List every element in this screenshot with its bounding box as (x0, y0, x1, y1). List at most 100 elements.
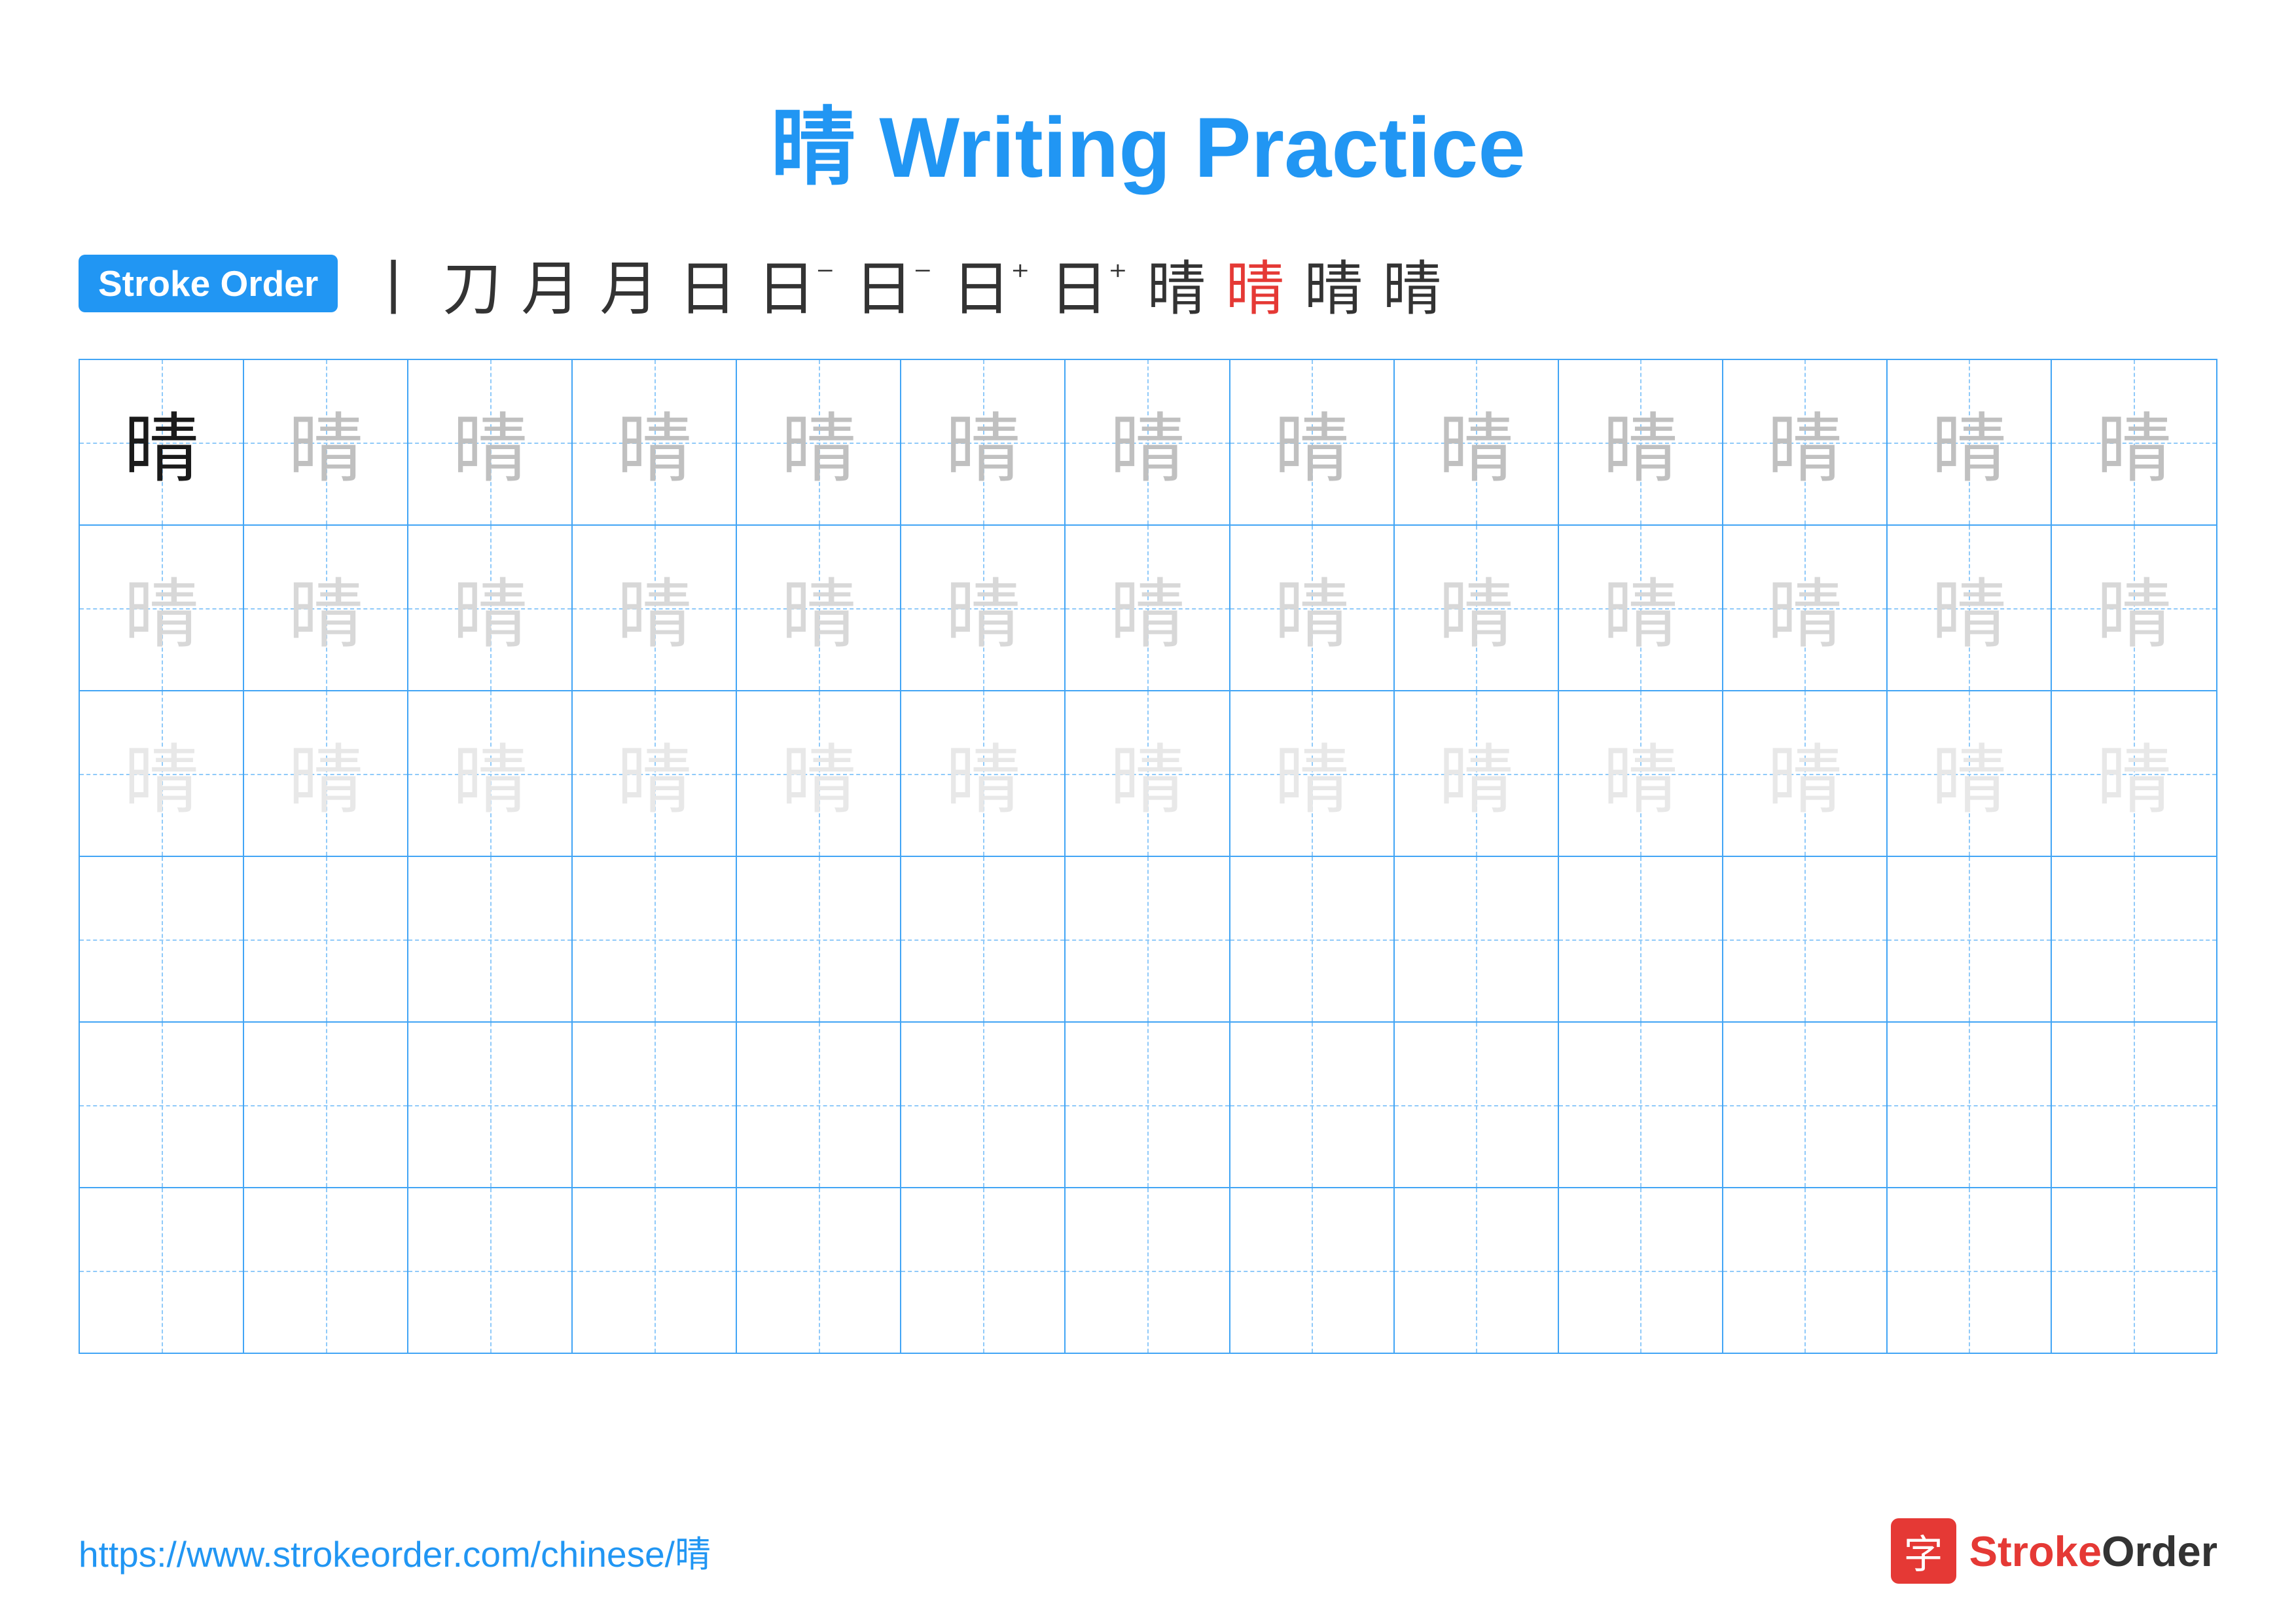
cell-3-10[interactable]: 晴 (1559, 691, 1723, 856)
cell-5-6[interactable] (901, 1023, 1066, 1187)
grid-row-3: 晴 晴 晴 晴 晴 晴 晴 晴 晴 (80, 691, 2216, 857)
cell-5-2[interactable] (244, 1023, 408, 1187)
practice-grid: 晴 晴 晴 晴 晴 晴 晴 晴 晴 (79, 359, 2217, 1354)
cell-5-8[interactable] (1230, 1023, 1395, 1187)
cell-6-2[interactable] (244, 1188, 408, 1353)
char-light: 晴 (2096, 554, 2172, 663)
cell-3-3[interactable]: 晴 (408, 691, 573, 856)
stroke-5: 日 (678, 241, 737, 326)
char-very-light: 晴 (124, 720, 199, 828)
cell-5-10[interactable] (1559, 1023, 1723, 1187)
cell-3-9[interactable]: 晴 (1395, 691, 1559, 856)
logo-text: StrokeStrokeOrderOrder (1969, 1527, 2217, 1576)
cell-1-12[interactable]: 晴 (1888, 360, 2052, 524)
cell-1-3[interactable]: 晴 (408, 360, 573, 524)
cell-2-12[interactable]: 晴 (1888, 526, 2052, 690)
char-medium: 晴 (1603, 388, 1678, 497)
cell-1-2[interactable]: 晴 (244, 360, 408, 524)
cell-4-4[interactable] (573, 857, 737, 1021)
cell-2-6[interactable]: 晴 (901, 526, 1066, 690)
char-very-light: 晴 (1603, 720, 1678, 828)
cell-4-6[interactable] (901, 857, 1066, 1021)
char-dark: 晴 (124, 388, 199, 497)
cell-3-1[interactable]: 晴 (80, 691, 244, 856)
cell-6-6[interactable] (901, 1188, 1066, 1353)
cell-2-13[interactable]: 晴 (2052, 526, 2216, 690)
cell-3-12[interactable]: 晴 (1888, 691, 2052, 856)
char-very-light: 晴 (1931, 720, 2007, 828)
cell-6-13[interactable] (2052, 1188, 2216, 1353)
cell-4-10[interactable] (1559, 857, 1723, 1021)
cell-4-11[interactable] (1723, 857, 1888, 1021)
cell-1-9[interactable]: 晴 (1395, 360, 1559, 524)
cell-6-5[interactable] (737, 1188, 901, 1353)
cell-3-5[interactable]: 晴 (737, 691, 901, 856)
cell-6-10[interactable] (1559, 1188, 1723, 1353)
cell-2-9[interactable]: 晴 (1395, 526, 1559, 690)
cell-4-13[interactable] (2052, 857, 2216, 1021)
cell-2-10[interactable]: 晴 (1559, 526, 1723, 690)
char-light: 晴 (452, 554, 528, 663)
cell-5-9[interactable] (1395, 1023, 1559, 1187)
cell-5-5[interactable] (737, 1023, 901, 1187)
cell-5-11[interactable] (1723, 1023, 1888, 1187)
stroke-11: 晴 (1225, 241, 1284, 326)
char-medium: 晴 (1110, 388, 1185, 497)
cell-3-8[interactable]: 晴 (1230, 691, 1395, 856)
cell-4-8[interactable] (1230, 857, 1395, 1021)
cell-5-13[interactable] (2052, 1023, 2216, 1187)
cell-5-12[interactable] (1888, 1023, 2052, 1187)
cell-5-4[interactable] (573, 1023, 737, 1187)
cell-1-10[interactable]: 晴 (1559, 360, 1723, 524)
cell-1-6[interactable]: 晴 (901, 360, 1066, 524)
cell-6-11[interactable] (1723, 1188, 1888, 1353)
cell-2-5[interactable]: 晴 (737, 526, 901, 690)
cell-4-9[interactable] (1395, 857, 1559, 1021)
cell-1-13[interactable]: 晴 (2052, 360, 2216, 524)
cell-6-4[interactable] (573, 1188, 737, 1353)
cell-6-7[interactable] (1066, 1188, 1230, 1353)
cell-1-5[interactable]: 晴 (737, 360, 901, 524)
cell-6-8[interactable] (1230, 1188, 1395, 1353)
cell-4-1[interactable] (80, 857, 244, 1021)
cell-4-12[interactable] (1888, 857, 2052, 1021)
grid-row-4 (80, 857, 2216, 1023)
cell-1-7[interactable]: 晴 (1066, 360, 1230, 524)
cell-2-2[interactable]: 晴 (244, 526, 408, 690)
cell-3-2[interactable]: 晴 (244, 691, 408, 856)
footer-url: https://www.strokeorder.com/chinese/晴 (79, 1525, 711, 1577)
cell-2-4[interactable]: 晴 (573, 526, 737, 690)
cell-4-5[interactable] (737, 857, 901, 1021)
cell-5-1[interactable] (80, 1023, 244, 1187)
logo-icon: 字 (1891, 1518, 1956, 1584)
cell-3-6[interactable]: 晴 (901, 691, 1066, 856)
cell-3-11[interactable]: 晴 (1723, 691, 1888, 856)
cell-4-3[interactable] (408, 857, 573, 1021)
cell-6-12[interactable] (1888, 1188, 2052, 1353)
cell-1-8[interactable]: 晴 (1230, 360, 1395, 524)
cell-3-7[interactable]: 晴 (1066, 691, 1230, 856)
char-light: 晴 (1931, 554, 2007, 663)
cell-2-11[interactable]: 晴 (1723, 526, 1888, 690)
cell-4-7[interactable] (1066, 857, 1230, 1021)
cell-3-4[interactable]: 晴 (573, 691, 737, 856)
cell-2-1[interactable]: 晴 (80, 526, 244, 690)
cell-1-11[interactable]: 晴 (1723, 360, 1888, 524)
stroke-9: 日⁺ (1049, 241, 1127, 326)
cell-6-1[interactable] (80, 1188, 244, 1353)
cell-2-8[interactable]: 晴 (1230, 526, 1395, 690)
cell-3-13[interactable]: 晴 (2052, 691, 2216, 856)
cell-5-3[interactable] (408, 1023, 573, 1187)
cell-6-3[interactable] (408, 1188, 573, 1353)
cell-4-2[interactable] (244, 857, 408, 1021)
cell-1-4[interactable]: 晴 (573, 360, 737, 524)
grid-row-6 (80, 1188, 2216, 1353)
cell-1-1[interactable]: 晴 (80, 360, 244, 524)
char-medium: 晴 (1931, 388, 2007, 497)
cell-6-9[interactable] (1395, 1188, 1559, 1353)
cell-2-3[interactable]: 晴 (408, 526, 573, 690)
footer: https://www.strokeorder.com/chinese/晴 字 … (79, 1518, 2217, 1584)
cell-2-7[interactable]: 晴 (1066, 526, 1230, 690)
stroke-10: 晴 (1147, 241, 1206, 326)
cell-5-7[interactable] (1066, 1023, 1230, 1187)
